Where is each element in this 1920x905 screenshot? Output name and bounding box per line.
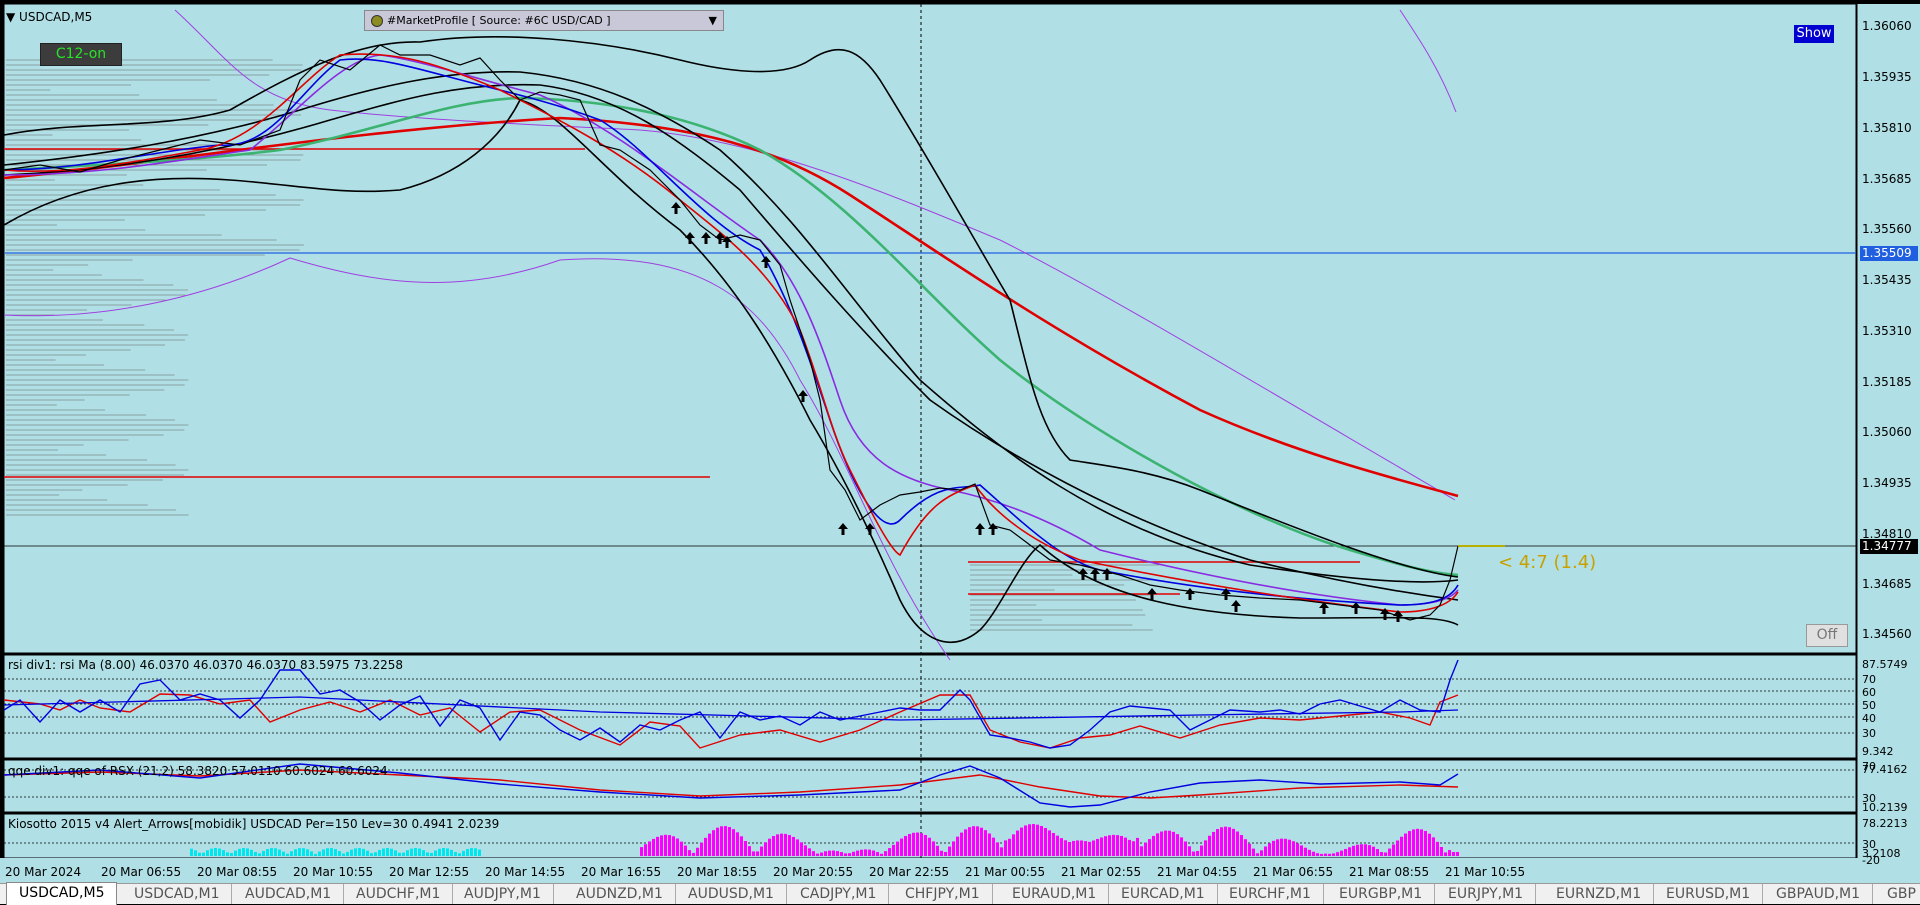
symbol-tab[interactable]: EURAUD,M1: [1000, 884, 1110, 904]
time-axis-label: 21 Mar 08:55: [1349, 865, 1430, 879]
time-axis-label: 20 Mar 16:55: [581, 865, 662, 879]
time-axis-label: 20 Mar 12:55: [389, 865, 470, 879]
price-axis-label: 1.36060: [1862, 19, 1912, 33]
symbol-tab[interactable]: AUDJPY,M1: [452, 884, 554, 904]
indicator-level-label: 30: [1862, 727, 1876, 740]
symbol-tab[interactable]: AUDUSD,M1: [676, 884, 787, 904]
price-axis-label: 1.35560: [1862, 222, 1912, 236]
time-axis-label: 20 Mar 06:55: [101, 865, 182, 879]
indicator-level-label: 70: [1862, 760, 1876, 773]
rsi-title: rsi div1: rsi Ma (8.00) 46.0370 46.0370 …: [8, 658, 404, 672]
time-axis-label: 20 Mar 2024: [5, 865, 82, 879]
symbol-tab[interactable]: AUDCAD,M1: [233, 884, 345, 904]
price-axis-label: 1.34810: [1862, 527, 1912, 541]
time-axis: [0, 858, 1920, 883]
symbol-tab[interactable]: GBPAUD,M1: [1764, 884, 1874, 904]
price-axis-label: 1.34560: [1862, 627, 1912, 641]
price-axis-label: 1.35060: [1862, 425, 1912, 439]
symbol-tab[interactable]: EURCHF,M1: [1217, 884, 1324, 904]
show-button[interactable]: Show: [1794, 25, 1834, 43]
indicator-icon: [371, 15, 383, 27]
indicator-level-label: 87.5749: [1862, 658, 1908, 671]
symbol-tab[interactable]: EURGBP,M1: [1327, 884, 1436, 904]
indicator-level-label: 78.2213: [1862, 817, 1908, 830]
symbol-tab[interactable]: EURJPY,M1: [1436, 884, 1537, 904]
indicator-level-label: 50: [1862, 699, 1876, 712]
price-axis-label: 1.35935: [1862, 70, 1912, 84]
symbol-tab-bar: USDCAD,M5 USDCAD,M1 AUDCAD,M1 AUDCHF,M1 AUDJ…: [0, 882, 1920, 905]
blue-line-price-tag: 1.35509: [1860, 246, 1918, 261]
symbol-tab[interactable]: AUDCHF,M1: [344, 884, 454, 904]
symbol-tab[interactable]: AUDNZD,M1: [564, 884, 676, 904]
time-axis-label: 21 Mar 02:55: [1061, 865, 1142, 879]
time-axis-label: 20 Mar 20:55: [773, 865, 854, 879]
market-profile-label: #MarketProfile [ Source: #6C USD/CAD ]: [387, 14, 611, 27]
time-axis-label: 21 Mar 10:55: [1445, 865, 1526, 879]
time-axis-label: 20 Mar 14:55: [485, 865, 566, 879]
symbol-tab[interactable]: CHFJPY,M1: [893, 884, 993, 904]
symbol-tab[interactable]: GBP: [1875, 884, 1920, 904]
qqe-title: qqe div1: qqe of RSX (21,2) 58.3820 57.0…: [8, 764, 388, 778]
off-button[interactable]: Off: [1806, 624, 1848, 647]
symbol-tab[interactable]: EURUSD,M1: [1654, 884, 1764, 904]
indicator-level-label: 10.2139: [1862, 801, 1908, 814]
indicator-level-label: 9.342: [1862, 745, 1894, 758]
symbol-tab[interactable]: USDCAD,M1: [122, 884, 233, 904]
symbol-title: ▼ USDCAD,M5: [6, 10, 93, 24]
chevron-down-icon[interactable]: ▼: [709, 11, 717, 30]
symbol-tab[interactable]: EURNZD,M1: [1544, 884, 1655, 904]
ratio-label: < 4:7 (1.4): [1498, 552, 1597, 573]
symbol-tab[interactable]: USDCAD,M5: [6, 882, 118, 905]
time-axis-label: 20 Mar 10:55: [293, 865, 374, 879]
indicator-level-label: 40: [1862, 712, 1876, 725]
c12-button[interactable]: C12-on: [40, 43, 122, 66]
price-axis-label: 1.35185: [1862, 375, 1912, 389]
kiosotto-title: Kiosotto 2015 v4 Alert_Arrows[mobidik] U…: [8, 817, 500, 831]
time-axis-label: 21 Mar 00:55: [965, 865, 1046, 879]
indicator-level-label: 60: [1862, 686, 1876, 699]
price-axis-label: 1.34685: [1862, 577, 1912, 591]
price-axis-label: 1.34935: [1862, 476, 1912, 490]
price-axis-label: 1.35435: [1862, 273, 1912, 287]
price-axis-label: 1.35310: [1862, 324, 1912, 338]
indicator-level-label: 70: [1862, 673, 1876, 686]
price-axis-label: 1.35810: [1862, 121, 1912, 135]
collapse-icon[interactable]: ▼: [6, 10, 19, 24]
time-axis-label: 20 Mar 08:55: [197, 865, 278, 879]
indicator-level-label: -20: [1862, 854, 1880, 867]
symbol-tab[interactable]: CADJPY,M1: [788, 884, 890, 904]
market-profile-selector[interactable]: #MarketProfile [ Source: #6C USD/CAD ] ▼: [364, 10, 724, 31]
symbol-tab[interactable]: EURCAD,M1: [1109, 884, 1218, 904]
time-axis-label: 20 Mar 18:55: [677, 865, 758, 879]
time-axis-label: 21 Mar 06:55: [1253, 865, 1334, 879]
time-axis-label: 21 Mar 04:55: [1157, 865, 1238, 879]
current-price-tag: 1.34777: [1860, 539, 1918, 554]
time-axis-label: 20 Mar 22:55: [869, 865, 950, 879]
price-axis-label: 1.35685: [1862, 172, 1912, 186]
